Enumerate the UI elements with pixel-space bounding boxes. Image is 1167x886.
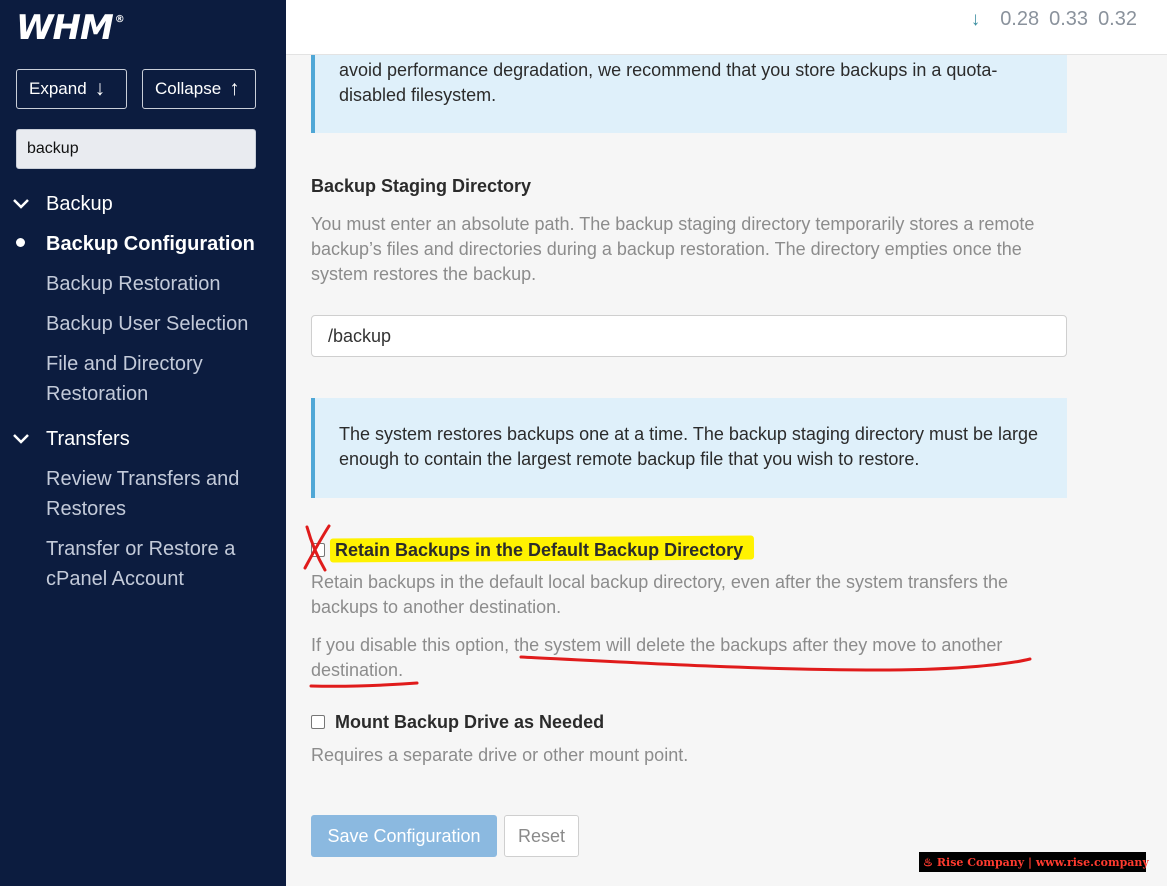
watermark-text: Rise Company | www.rise.company — [936, 855, 1149, 869]
retain-backups-warning: If you disable this option, the system w… — [311, 635, 1003, 680]
retain-backups-label: Retain Backups in the Default Backup Dir… — [335, 540, 744, 560]
nav-section-backup[interactable]: Backup — [12, 193, 113, 216]
whm-logo[interactable]: WHM ® — [16, 8, 125, 48]
chevron-down-icon — [12, 431, 30, 448]
mount-drive-label: Mount Backup Drive as Needed — [335, 712, 605, 732]
sidebar-item-backup-restoration[interactable]: Backup Restoration — [46, 269, 276, 299]
mount-drive-checkbox[interactable] — [311, 715, 325, 729]
server-load: ↓ 0.28 0.33 0.32 — [971, 8, 1137, 31]
load-15min: 0.32 — [1098, 8, 1137, 30]
info-callout-restore: The system restores backups one at a tim… — [311, 398, 1067, 498]
arrow-up-icon: ↑ — [229, 77, 240, 100]
arrow-down-icon: ↓ — [94, 77, 106, 100]
info-callout-text: avoid performance degradation, we recomm… — [339, 60, 998, 105]
chevron-down-icon — [12, 196, 30, 213]
sidebar-search-input[interactable] — [16, 129, 256, 169]
info-callout-text: The system restores backups one at a tim… — [339, 424, 1039, 469]
info-callout-quota: avoid performance degradation, we recomm… — [311, 55, 1067, 133]
reset-button[interactable]: Reset — [504, 815, 579, 857]
nav-section-label: Backup — [46, 193, 113, 215]
staging-directory-input[interactable] — [311, 315, 1067, 357]
save-configuration-button[interactable]: Save Configuration — [311, 815, 497, 857]
sidebar-item-backup-user-selection[interactable]: Backup User Selection — [46, 309, 276, 339]
sidebar-item-file-directory-restoration[interactable]: File and Directory Restoration — [46, 349, 246, 409]
collapse-label: Collapse — [155, 79, 222, 98]
retain-backups-help: Retain backups in the default local back… — [311, 572, 1009, 617]
expand-label: Expand — [29, 79, 87, 98]
retain-backups-checkbox[interactable] — [311, 543, 325, 557]
staging-directory-label: Backup Staging Directory — [311, 176, 532, 196]
load-1min: 0.28 — [1000, 8, 1040, 30]
nav-section-label: Transfers — [46, 428, 130, 450]
sidebar-item-review-transfers[interactable]: Review Transfers and Restores — [46, 464, 256, 524]
arrow-down-icon: ↓ — [970, 8, 981, 30]
flame-icon: ♨ — [923, 855, 933, 869]
sidebar: WHM® Expand ↓ Collapse ↑ Backup Backup C… — [0, 0, 286, 886]
watermark: ♨ Rise Company | www.rise.company — [919, 852, 1149, 872]
active-bullet-icon — [16, 238, 25, 247]
mount-drive-help: Requires a separate drive or other mount… — [311, 745, 689, 765]
top-bar: ↓ 0.28 0.33 0.32 — [286, 0, 1167, 55]
nav-section-transfers[interactable]: Transfers — [12, 428, 130, 451]
sidebar-item-backup-configuration[interactable]: Backup Configuration — [46, 229, 276, 259]
expand-button[interactable]: Expand ↓ — [16, 69, 127, 109]
collapse-button[interactable]: Collapse ↑ — [142, 69, 256, 109]
staging-directory-help: You must enter an absolute path. The bac… — [311, 214, 1035, 284]
load-5min: 0.33 — [1049, 8, 1089, 30]
sidebar-item-transfer-restore-account[interactable]: Transfer or Restore a cPanel Account — [46, 534, 256, 594]
